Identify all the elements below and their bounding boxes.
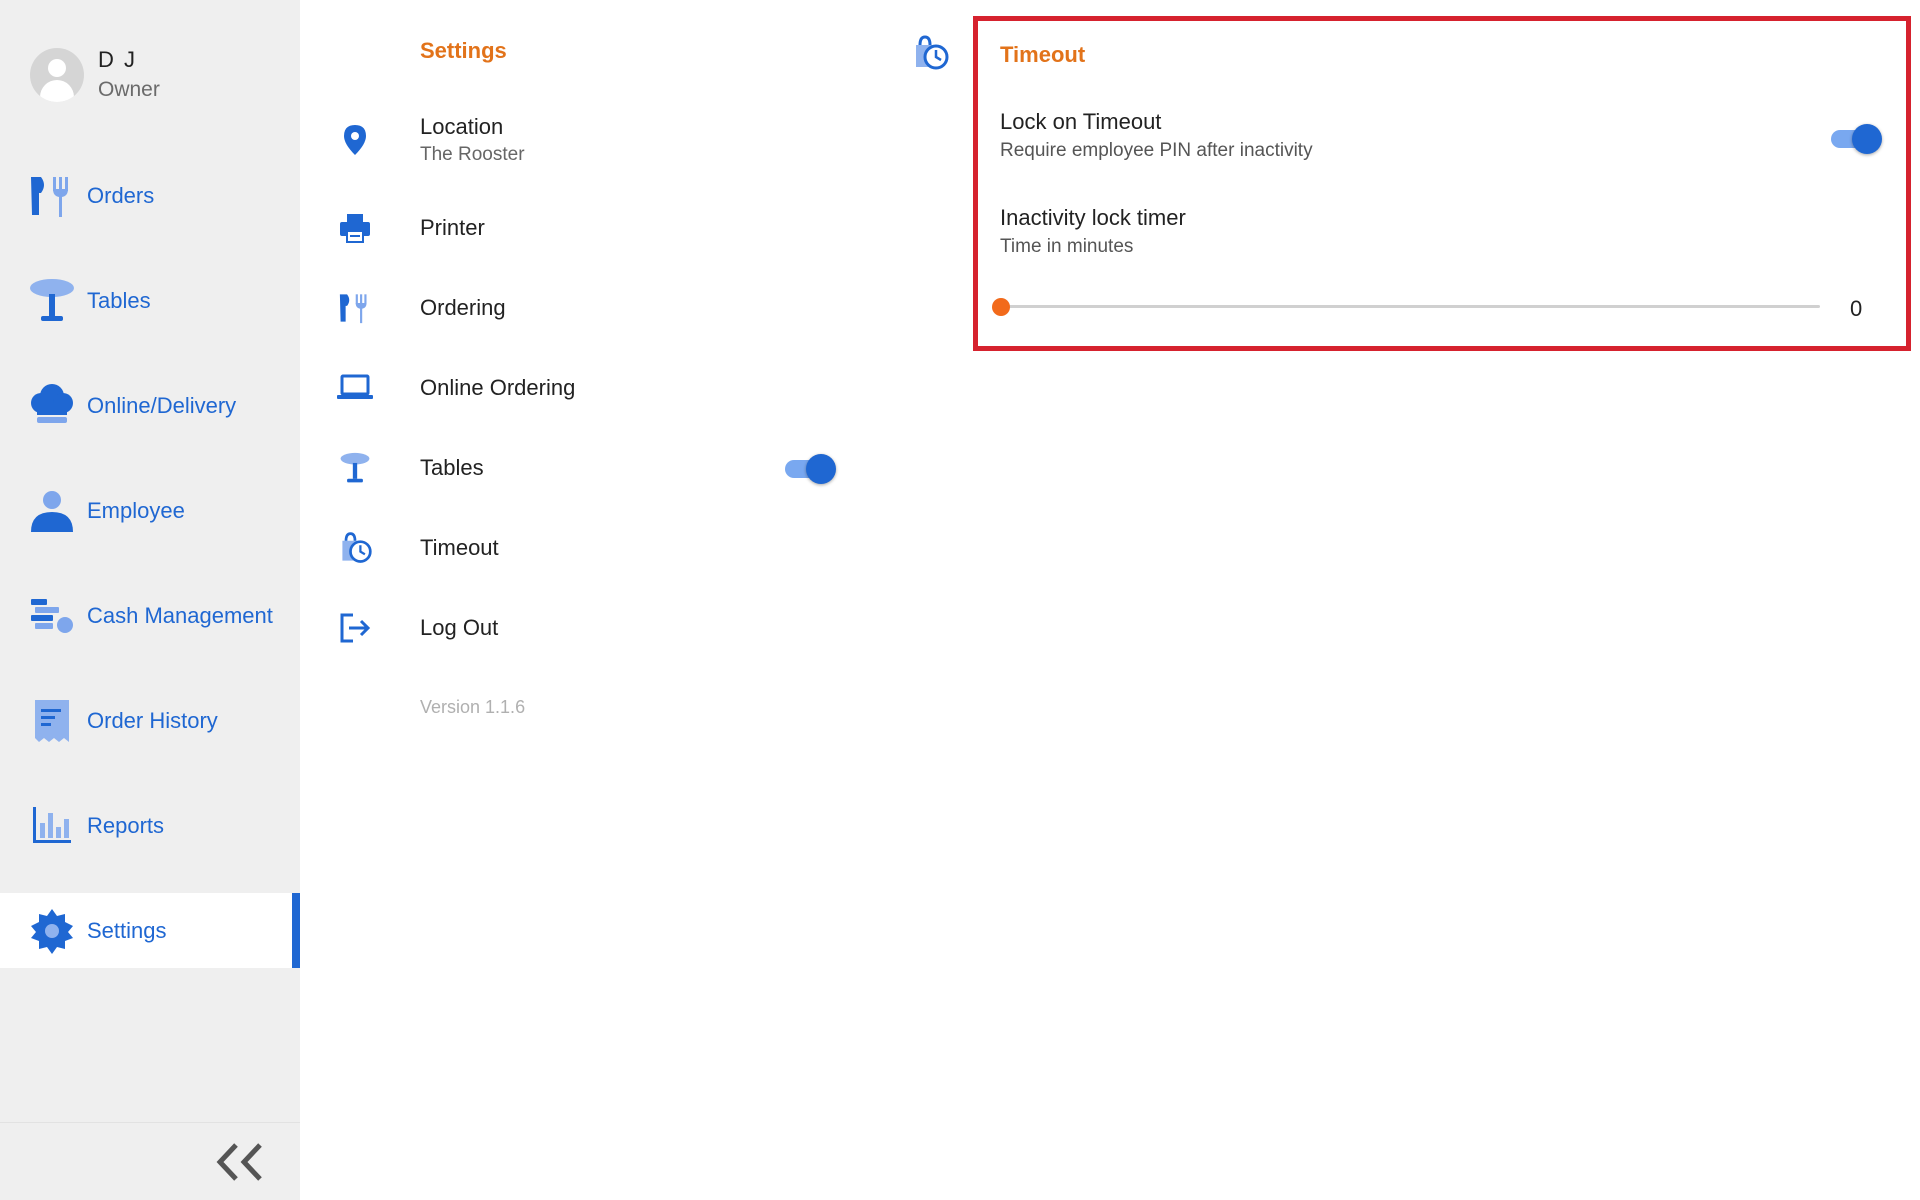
sidebar-item-label: Orders xyxy=(87,182,155,208)
user-role: Owner xyxy=(98,78,160,101)
menu-item-location[interactable]: Location The Rooster xyxy=(320,108,860,172)
settings-title: Settings xyxy=(420,38,507,63)
table-icon xyxy=(27,276,77,326)
user-profile[interactable]: D J Owner xyxy=(30,40,160,110)
sidebar-item-label: Employee xyxy=(87,497,185,523)
double-chevron-left-icon xyxy=(216,1143,262,1181)
sidebar-item-cash-management[interactable]: Cash Management xyxy=(0,578,300,653)
app-version: Version 1.1.6 xyxy=(420,697,526,717)
menu-item-label: Tables xyxy=(420,455,484,480)
timeout-header-button[interactable] xyxy=(910,33,950,73)
timeout-icon xyxy=(916,35,949,70)
collapse-sidebar-button[interactable] xyxy=(212,1137,272,1187)
tables-toggle[interactable] xyxy=(782,451,836,485)
sidebar-footer xyxy=(0,1122,300,1200)
bar-chart-icon xyxy=(27,801,77,851)
slider-rail xyxy=(1000,305,1820,308)
location-name: The Rooster xyxy=(420,144,525,165)
cash-icon xyxy=(27,591,77,641)
receipt-icon xyxy=(27,696,77,746)
sidebar-item-settings[interactable]: Settings xyxy=(0,893,300,968)
chef-hat-icon xyxy=(27,381,77,431)
menu-item-label: Location xyxy=(420,114,504,139)
sidebar-item-online-delivery[interactable]: Online/Delivery xyxy=(0,368,300,443)
logout-icon xyxy=(330,603,380,653)
gear-icon xyxy=(27,906,77,956)
menu-item-label: Log Out xyxy=(420,615,499,640)
menu-item-printer[interactable]: Printer xyxy=(320,203,860,253)
user-name: D J xyxy=(98,47,137,72)
sidebar-item-label: Online/Delivery xyxy=(87,392,237,418)
inactivity-timer-description: Time in minutes xyxy=(1000,236,1134,257)
sidebar-item-reports[interactable]: Reports xyxy=(0,788,300,863)
menu-item-label: Ordering xyxy=(420,295,506,320)
sidebar-item-label: Reports xyxy=(87,812,165,838)
menu-item-online-ordering[interactable]: Online Ordering xyxy=(320,363,860,413)
inactivity-timer-label: Inactivity lock timer xyxy=(1000,205,1186,230)
location-pin-icon xyxy=(330,115,380,165)
sidebar-item-label: Settings xyxy=(87,917,167,943)
menu-item-label: Printer xyxy=(420,215,485,240)
inactivity-timer-value: 0 xyxy=(1850,296,1863,321)
sidebar-item-label: Cash Management xyxy=(87,602,273,628)
menu-item-timeout[interactable]: Timeout xyxy=(320,523,860,573)
sidebar-item-tables[interactable]: Tables xyxy=(0,263,300,338)
panel-title: Timeout xyxy=(1000,42,1086,67)
orders-icon xyxy=(330,283,380,333)
avatar xyxy=(30,48,84,102)
menu-item-label: Timeout xyxy=(420,535,499,560)
sidebar-item-employee[interactable]: Employee xyxy=(0,473,300,548)
lock-on-timeout-toggle[interactable] xyxy=(1828,121,1882,155)
slider-thumb[interactable] xyxy=(992,298,1010,316)
sidebar-item-label: Order History xyxy=(87,707,218,733)
timeout-icon xyxy=(330,523,380,573)
sidebar: D J Owner Orders Tables Online/Delivery … xyxy=(0,0,300,1200)
orders-icon xyxy=(27,171,77,221)
menu-item-tables[interactable]: Tables xyxy=(320,443,860,493)
timeout-panel: Timeout Lock on Timeout Require employee… xyxy=(973,16,1911,351)
person-icon xyxy=(27,486,77,536)
printer-icon xyxy=(330,203,380,253)
menu-item-ordering[interactable]: Ordering xyxy=(320,283,860,333)
inactivity-timer-slider[interactable] xyxy=(990,291,1820,321)
sidebar-item-orders[interactable]: Orders xyxy=(0,158,300,233)
sidebar-item-order-history[interactable]: Order History xyxy=(0,683,300,758)
laptop-icon xyxy=(330,363,380,413)
sidebar-item-label: Tables xyxy=(87,287,151,313)
lock-on-timeout-label: Lock on Timeout xyxy=(1000,109,1162,134)
menu-item-log-out[interactable]: Log Out xyxy=(320,603,860,653)
lock-on-timeout-description: Require employee PIN after inactivity xyxy=(1000,140,1313,161)
table-icon xyxy=(330,443,380,493)
menu-item-label: Online Ordering xyxy=(420,375,576,400)
